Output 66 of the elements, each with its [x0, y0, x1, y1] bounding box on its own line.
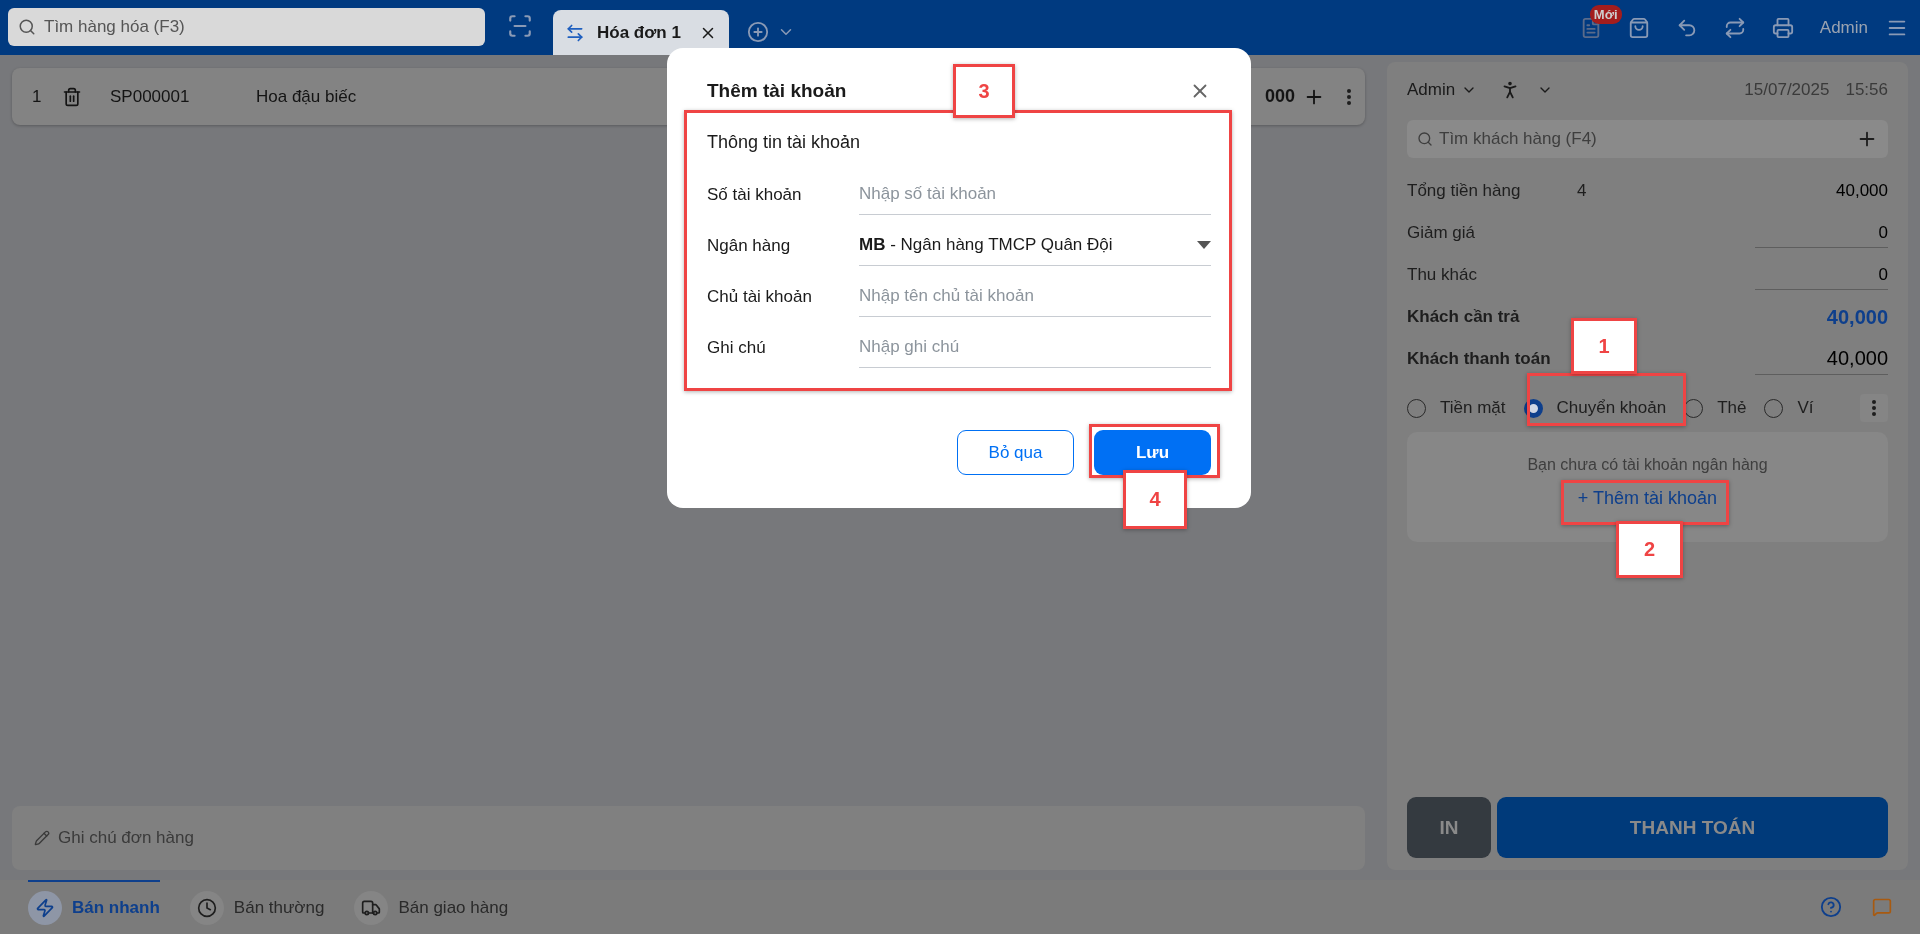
payment-label: Ví	[1797, 398, 1814, 418]
user-name[interactable]: Admin	[1819, 17, 1868, 38]
row-number: 1	[32, 86, 43, 107]
customer-search-field[interactable]: Tìm khách hàng (F4)	[1407, 120, 1888, 158]
summary-label: Khách cần trả	[1407, 307, 1521, 327]
sale-mode-tab[interactable]: Bán thường	[189, 880, 325, 934]
truck-icon	[361, 898, 382, 918]
search-icon	[18, 18, 36, 36]
clock-icon	[196, 898, 217, 918]
seller-dropdown[interactable]: Admin	[1407, 80, 1478, 100]
summary-label: Khách thanh toán	[1407, 349, 1552, 369]
lightning-icon	[35, 898, 55, 918]
amount-field[interactable]: 0	[1755, 260, 1888, 290]
amount-value: 40,000	[1836, 180, 1888, 202]
invoice-tab[interactable]: Hóa đơn 1	[553, 10, 729, 55]
product-name: Hoa đậu biếc	[256, 86, 357, 107]
swap-icon	[565, 22, 585, 43]
payment-label: Chuyển khoản	[1556, 398, 1667, 418]
bank-notice: Bạn chưa có tài khoản ngân hàng	[1527, 456, 1768, 474]
swap-icon[interactable]	[1723, 16, 1746, 39]
product-code: SP000001	[110, 86, 191, 107]
section-title: Thông tin tài khoản	[707, 132, 862, 153]
payment-label: Thẻ	[1717, 398, 1747, 418]
pay-button[interactable]: THANH TOÁN	[1497, 797, 1888, 858]
print-button[interactable]: IN	[1407, 797, 1491, 858]
bank-select[interactable]: MB - Ngân hàng TMCP Quân Đội	[859, 225, 1211, 266]
amount-value: 40,000	[1826, 304, 1888, 330]
search-icon	[1417, 131, 1433, 147]
order-note-field[interactable]: Ghi chú đơn hàng	[12, 806, 1365, 870]
add-tab-icon[interactable]	[747, 21, 769, 43]
step-number: 4	[1123, 470, 1187, 529]
scan-icon[interactable]	[507, 13, 533, 39]
help-icon[interactable]	[1820, 896, 1842, 918]
time-text: 15:56	[1845, 80, 1888, 100]
step-number: 1	[1571, 318, 1637, 374]
summary-label: Thu khác	[1407, 265, 1478, 285]
more-button[interactable]	[1860, 394, 1888, 422]
row-amount: 000	[1264, 86, 1295, 107]
more-icon[interactable]	[1347, 88, 1351, 105]
trash-icon[interactable]	[62, 86, 82, 107]
field-label: Số tài khoản	[707, 184, 803, 205]
cancel-button[interactable]: Bỏ qua	[957, 430, 1074, 475]
pencil-icon	[34, 830, 50, 846]
sale-mode-tab[interactable]: Bán nhanh	[28, 880, 160, 934]
step-number: 2	[1616, 521, 1683, 578]
summary-label: Giảm giá	[1407, 223, 1477, 243]
bag-icon[interactable]	[1627, 16, 1650, 39]
caret-icon	[1197, 241, 1211, 249]
dialog-title: Thêm tài khoản	[707, 80, 847, 102]
printer-icon[interactable]	[1771, 16, 1794, 39]
more-icon	[1872, 400, 1876, 416]
search-field[interactable]: Tìm hàng hóa (F3)	[8, 8, 485, 46]
payment-label: Tiền mặt	[1440, 398, 1506, 418]
amount-field[interactable]: 0	[1755, 218, 1888, 248]
amount-field[interactable]: 40,000	[1755, 343, 1888, 375]
save-button[interactable]: Lưu	[1094, 430, 1211, 475]
sale-mode-tab[interactable]: Bán giao hàng	[354, 880, 509, 934]
field-label: Chủ tài khoản	[707, 286, 813, 307]
item-count: 4	[1577, 181, 1587, 201]
step-number: 3	[953, 64, 1015, 118]
add-account-link[interactable]: + Thêm tài khoản	[1577, 488, 1718, 508]
field-label: Ngân hàng	[707, 235, 792, 256]
summary-label: Tổng tiền hàng	[1407, 181, 1522, 201]
new-badge: Mới	[1589, 4, 1622, 24]
date-text: 15/07/2025	[1744, 80, 1830, 100]
field-label: Ghi chú	[707, 337, 767, 358]
